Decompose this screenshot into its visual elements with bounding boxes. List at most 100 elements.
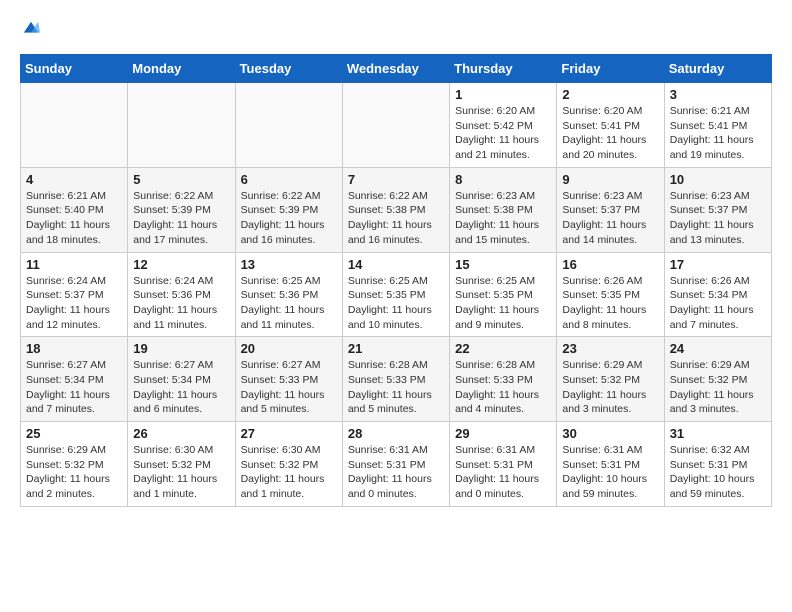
day-of-week-header: Thursday — [450, 55, 557, 83]
day-info: Sunrise: 6:24 AM Sunset: 5:37 PM Dayligh… — [26, 274, 122, 333]
day-info: Sunrise: 6:22 AM Sunset: 5:39 PM Dayligh… — [133, 189, 229, 248]
calendar-cell: 23 Sunrise: 6:29 AM Sunset: 5:32 PM Dayli… — [557, 337, 664, 422]
calendar-cell: 9 Sunrise: 6:23 AM Sunset: 5:37 PM Daylig… — [557, 167, 664, 252]
day-of-week-header: Sunday — [21, 55, 128, 83]
day-number: 20 — [241, 341, 337, 356]
day-number: 28 — [348, 426, 444, 441]
day-info: Sunrise: 6:31 AM Sunset: 5:31 PM Dayligh… — [348, 443, 444, 502]
day-number: 7 — [348, 172, 444, 187]
calendar-cell — [21, 83, 128, 168]
calendar-cell: 7 Sunrise: 6:22 AM Sunset: 5:38 PM Daylig… — [342, 167, 449, 252]
day-number: 23 — [562, 341, 658, 356]
calendar-cell: 27 Sunrise: 6:30 AM Sunset: 5:32 PM Dayli… — [235, 422, 342, 507]
day-info: Sunrise: 6:30 AM Sunset: 5:32 PM Dayligh… — [133, 443, 229, 502]
calendar-header-row: SundayMondayTuesdayWednesdayThursdayFrid… — [21, 55, 772, 83]
calendar-cell: 24 Sunrise: 6:29 AM Sunset: 5:32 PM Dayli… — [664, 337, 771, 422]
day-number: 4 — [26, 172, 122, 187]
day-info: Sunrise: 6:27 AM Sunset: 5:34 PM Dayligh… — [133, 358, 229, 417]
day-info: Sunrise: 6:30 AM Sunset: 5:32 PM Dayligh… — [241, 443, 337, 502]
calendar-cell: 16 Sunrise: 6:26 AM Sunset: 5:35 PM Dayli… — [557, 252, 664, 337]
calendar-cell: 31Sunrise: 6:32 AM Sunset: 5:31 PM Dayli… — [664, 422, 771, 507]
calendar-cell: 18 Sunrise: 6:27 AM Sunset: 5:34 PM Dayli… — [21, 337, 128, 422]
calendar-cell: 12 Sunrise: 6:24 AM Sunset: 5:36 PM Dayli… — [128, 252, 235, 337]
calendar-cell: 5 Sunrise: 6:22 AM Sunset: 5:39 PM Daylig… — [128, 167, 235, 252]
day-number: 15 — [455, 257, 551, 272]
calendar-cell: 2 Sunrise: 6:20 AM Sunset: 5:41 PM Daylig… — [557, 83, 664, 168]
calendar-cell: 14 Sunrise: 6:25 AM Sunset: 5:35 PM Dayli… — [342, 252, 449, 337]
day-number: 25 — [26, 426, 122, 441]
day-number: 2 — [562, 87, 658, 102]
day-info: Sunrise: 6:28 AM Sunset: 5:33 PM Dayligh… — [455, 358, 551, 417]
day-info: Sunrise: 6:23 AM Sunset: 5:37 PM Dayligh… — [670, 189, 766, 248]
day-info: Sunrise: 6:20 AM Sunset: 5:42 PM Dayligh… — [455, 104, 551, 163]
day-info: Sunrise: 6:25 AM Sunset: 5:35 PM Dayligh… — [455, 274, 551, 333]
day-of-week-header: Wednesday — [342, 55, 449, 83]
calendar-cell: 25 Sunrise: 6:29 AM Sunset: 5:32 PM Dayli… — [21, 422, 128, 507]
day-info: Sunrise: 6:24 AM Sunset: 5:36 PM Dayligh… — [133, 274, 229, 333]
page-header — [20, 20, 772, 38]
day-number: 17 — [670, 257, 766, 272]
day-number: 26 — [133, 426, 229, 441]
day-of-week-header: Friday — [557, 55, 664, 83]
day-info: Sunrise: 6:21 AM Sunset: 5:40 PM Dayligh… — [26, 189, 122, 248]
calendar-cell: 22Sunrise: 6:28 AM Sunset: 5:33 PM Dayli… — [450, 337, 557, 422]
calendar-cell — [235, 83, 342, 168]
day-of-week-header: Tuesday — [235, 55, 342, 83]
day-info: Sunrise: 6:27 AM Sunset: 5:33 PM Dayligh… — [241, 358, 337, 417]
day-info: Sunrise: 6:26 AM Sunset: 5:34 PM Dayligh… — [670, 274, 766, 333]
day-of-week-header: Monday — [128, 55, 235, 83]
day-info: Sunrise: 6:31 AM Sunset: 5:31 PM Dayligh… — [455, 443, 551, 502]
day-number: 8 — [455, 172, 551, 187]
day-number: 30 — [562, 426, 658, 441]
day-number: 5 — [133, 172, 229, 187]
day-info: Sunrise: 6:27 AM Sunset: 5:34 PM Dayligh… — [26, 358, 122, 417]
calendar-cell — [342, 83, 449, 168]
day-info: Sunrise: 6:22 AM Sunset: 5:38 PM Dayligh… — [348, 189, 444, 248]
calendar-cell: 13Sunrise: 6:25 AM Sunset: 5:36 PM Dayli… — [235, 252, 342, 337]
calendar-cell: 8 Sunrise: 6:23 AM Sunset: 5:38 PM Daylig… — [450, 167, 557, 252]
day-number: 27 — [241, 426, 337, 441]
calendar-cell: 10 Sunrise: 6:23 AM Sunset: 5:37 PM Dayli… — [664, 167, 771, 252]
day-number: 21 — [348, 341, 444, 356]
day-info: Sunrise: 6:28 AM Sunset: 5:33 PM Dayligh… — [348, 358, 444, 417]
calendar-cell — [128, 83, 235, 168]
day-of-week-header: Saturday — [664, 55, 771, 83]
day-info: Sunrise: 6:23 AM Sunset: 5:38 PM Dayligh… — [455, 189, 551, 248]
calendar-cell: 17 Sunrise: 6:26 AM Sunset: 5:34 PM Dayli… — [664, 252, 771, 337]
calendar-week-row: 18 Sunrise: 6:27 AM Sunset: 5:34 PM Dayli… — [21, 337, 772, 422]
calendar-cell: 28 Sunrise: 6:31 AM Sunset: 5:31 PM Dayli… — [342, 422, 449, 507]
day-number: 24 — [670, 341, 766, 356]
calendar-cell: 29Sunrise: 6:31 AM Sunset: 5:31 PM Dayli… — [450, 422, 557, 507]
calendar-cell: 4 Sunrise: 6:21 AM Sunset: 5:40 PM Daylig… — [21, 167, 128, 252]
day-info: Sunrise: 6:29 AM Sunset: 5:32 PM Dayligh… — [562, 358, 658, 417]
calendar-week-row: 1 Sunrise: 6:20 AM Sunset: 5:42 PM Daylig… — [21, 83, 772, 168]
calendar-cell: 15 Sunrise: 6:25 AM Sunset: 5:35 PM Dayli… — [450, 252, 557, 337]
day-number: 31 — [670, 426, 766, 441]
day-info: Sunrise: 6:29 AM Sunset: 5:32 PM Dayligh… — [670, 358, 766, 417]
day-info: Sunrise: 6:23 AM Sunset: 5:37 PM Dayligh… — [562, 189, 658, 248]
calendar-cell: 21 Sunrise: 6:28 AM Sunset: 5:33 PM Dayli… — [342, 337, 449, 422]
calendar-cell: 6Sunrise: 6:22 AM Sunset: 5:39 PM Daylig… — [235, 167, 342, 252]
calendar-week-row: 4 Sunrise: 6:21 AM Sunset: 5:40 PM Daylig… — [21, 167, 772, 252]
day-info: Sunrise: 6:21 AM Sunset: 5:41 PM Dayligh… — [670, 104, 766, 163]
day-info: Sunrise: 6:20 AM Sunset: 5:41 PM Dayligh… — [562, 104, 658, 163]
calendar-cell: 19Sunrise: 6:27 AM Sunset: 5:34 PM Dayli… — [128, 337, 235, 422]
day-number: 12 — [133, 257, 229, 272]
calendar-week-row: 11Sunrise: 6:24 AM Sunset: 5:37 PM Dayli… — [21, 252, 772, 337]
calendar-cell: 11Sunrise: 6:24 AM Sunset: 5:37 PM Dayli… — [21, 252, 128, 337]
day-info: Sunrise: 6:26 AM Sunset: 5:35 PM Dayligh… — [562, 274, 658, 333]
day-info: Sunrise: 6:25 AM Sunset: 5:35 PM Dayligh… — [348, 274, 444, 333]
day-number: 18 — [26, 341, 122, 356]
day-number: 3 — [670, 87, 766, 102]
calendar-week-row: 25 Sunrise: 6:29 AM Sunset: 5:32 PM Dayli… — [21, 422, 772, 507]
logo — [20, 20, 40, 38]
day-number: 10 — [670, 172, 766, 187]
day-number: 14 — [348, 257, 444, 272]
day-info: Sunrise: 6:29 AM Sunset: 5:32 PM Dayligh… — [26, 443, 122, 502]
day-info: Sunrise: 6:31 AM Sunset: 5:31 PM Dayligh… — [562, 443, 658, 502]
day-number: 16 — [562, 257, 658, 272]
day-number: 9 — [562, 172, 658, 187]
calendar-cell: 30 Sunrise: 6:31 AM Sunset: 5:31 PM Dayli… — [557, 422, 664, 507]
calendar-cell: 26 Sunrise: 6:30 AM Sunset: 5:32 PM Dayli… — [128, 422, 235, 507]
day-number: 1 — [455, 87, 551, 102]
